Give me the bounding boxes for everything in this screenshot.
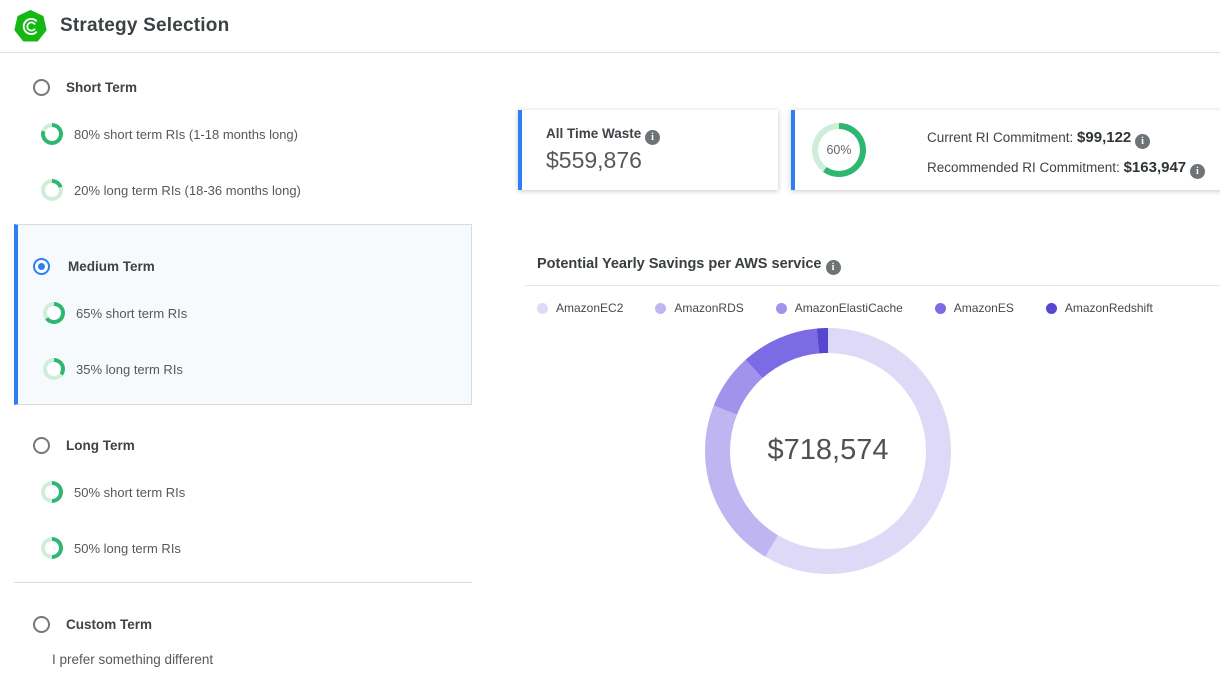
legend-label: AmazonES: [954, 301, 1014, 315]
current-ri-commitment: Current RI Commitment: $99,122 i: [927, 129, 1150, 149]
allocation-ring-50-long: [41, 537, 63, 559]
chart-legend: AmazonEC2 AmazonRDS AmazonElastiCache Am…: [537, 301, 1153, 315]
allocation-ring-35: [43, 358, 65, 380]
section-label-short-term[interactable]: Short Term: [66, 80, 137, 95]
allocation-ring-65: [43, 302, 65, 324]
allocation-label: 65% short term RIs: [76, 306, 187, 321]
info-icon[interactable]: i: [645, 130, 660, 145]
section-divider: [14, 582, 472, 583]
allocation-label: 50% short term RIs: [74, 485, 185, 500]
legend-item-amazonredshift[interactable]: AmazonRedshift: [1046, 301, 1153, 315]
allocation-ring-80: [41, 123, 63, 145]
utilization-percent-label: 60%: [812, 123, 866, 177]
info-icon[interactable]: i: [1135, 134, 1150, 149]
ri-commitment-card: 60% Current RI Commitment: $99,122 i Rec…: [791, 110, 1220, 190]
allocation-label: 50% long term RIs: [74, 541, 181, 556]
waste-card-value: $559,876: [546, 147, 642, 174]
radio-short-term[interactable]: [33, 79, 50, 96]
app-logo-icon: [14, 10, 47, 43]
waste-card-title: All Time Waste i: [546, 126, 660, 145]
legend-dot: [776, 303, 787, 314]
allocation-ring-20: [41, 179, 63, 201]
radio-medium-term[interactable]: [33, 258, 50, 275]
utilization-ring: 60%: [812, 123, 866, 177]
legend-label: AmazonRedshift: [1065, 301, 1153, 315]
allocation-label: 20% long term RIs (18-36 months long): [74, 183, 301, 198]
recommended-ri-commitment: Recommended RI Commitment: $163,947 i: [927, 159, 1205, 179]
legend-item-amazonec2[interactable]: AmazonEC2: [537, 301, 623, 315]
legend-dot: [537, 303, 548, 314]
page-header: Strategy Selection: [0, 0, 1220, 53]
recommended-ri-value: $163,947: [1124, 159, 1187, 176]
allocation-label: 80% short term RIs (1-18 months long): [74, 127, 298, 142]
chart-title: Potential Yearly Savings per AWS service…: [537, 256, 841, 275]
section-label-long-term[interactable]: Long Term: [66, 438, 135, 453]
legend-label: AmazonElastiCache: [795, 301, 903, 315]
legend-dot: [655, 303, 666, 314]
page-title: Strategy Selection: [60, 15, 229, 37]
info-icon[interactable]: i: [1190, 164, 1205, 179]
section-label-medium-term[interactable]: Medium Term: [68, 259, 155, 274]
all-time-waste-card: All Time Waste i $559,876: [518, 110, 778, 190]
current-ri-value: $99,122: [1077, 129, 1131, 146]
donut-center-value: $718,574: [703, 434, 953, 467]
allocation-label: 35% long term RIs: [76, 362, 183, 377]
legend-dot: [935, 303, 946, 314]
allocation-ring-50-short: [41, 481, 63, 503]
section-label-custom-term[interactable]: Custom Term: [66, 617, 152, 632]
legend-item-amazonelasticache[interactable]: AmazonElastiCache: [776, 301, 903, 315]
radio-custom-term[interactable]: [33, 616, 50, 633]
strategy-selection-page: Strategy Selection Short Term 80% short …: [0, 0, 1220, 691]
legend-dot: [1046, 303, 1057, 314]
chart-divider: [525, 285, 1220, 286]
legend-item-amazonrds[interactable]: AmazonRDS: [655, 301, 743, 315]
legend-item-amazones[interactable]: AmazonES: [935, 301, 1014, 315]
legend-label: AmazonRDS: [674, 301, 743, 315]
custom-term-description: I prefer something different: [52, 652, 213, 667]
info-icon[interactable]: i: [826, 260, 841, 275]
legend-label: AmazonEC2: [556, 301, 623, 315]
radio-long-term[interactable]: [33, 437, 50, 454]
